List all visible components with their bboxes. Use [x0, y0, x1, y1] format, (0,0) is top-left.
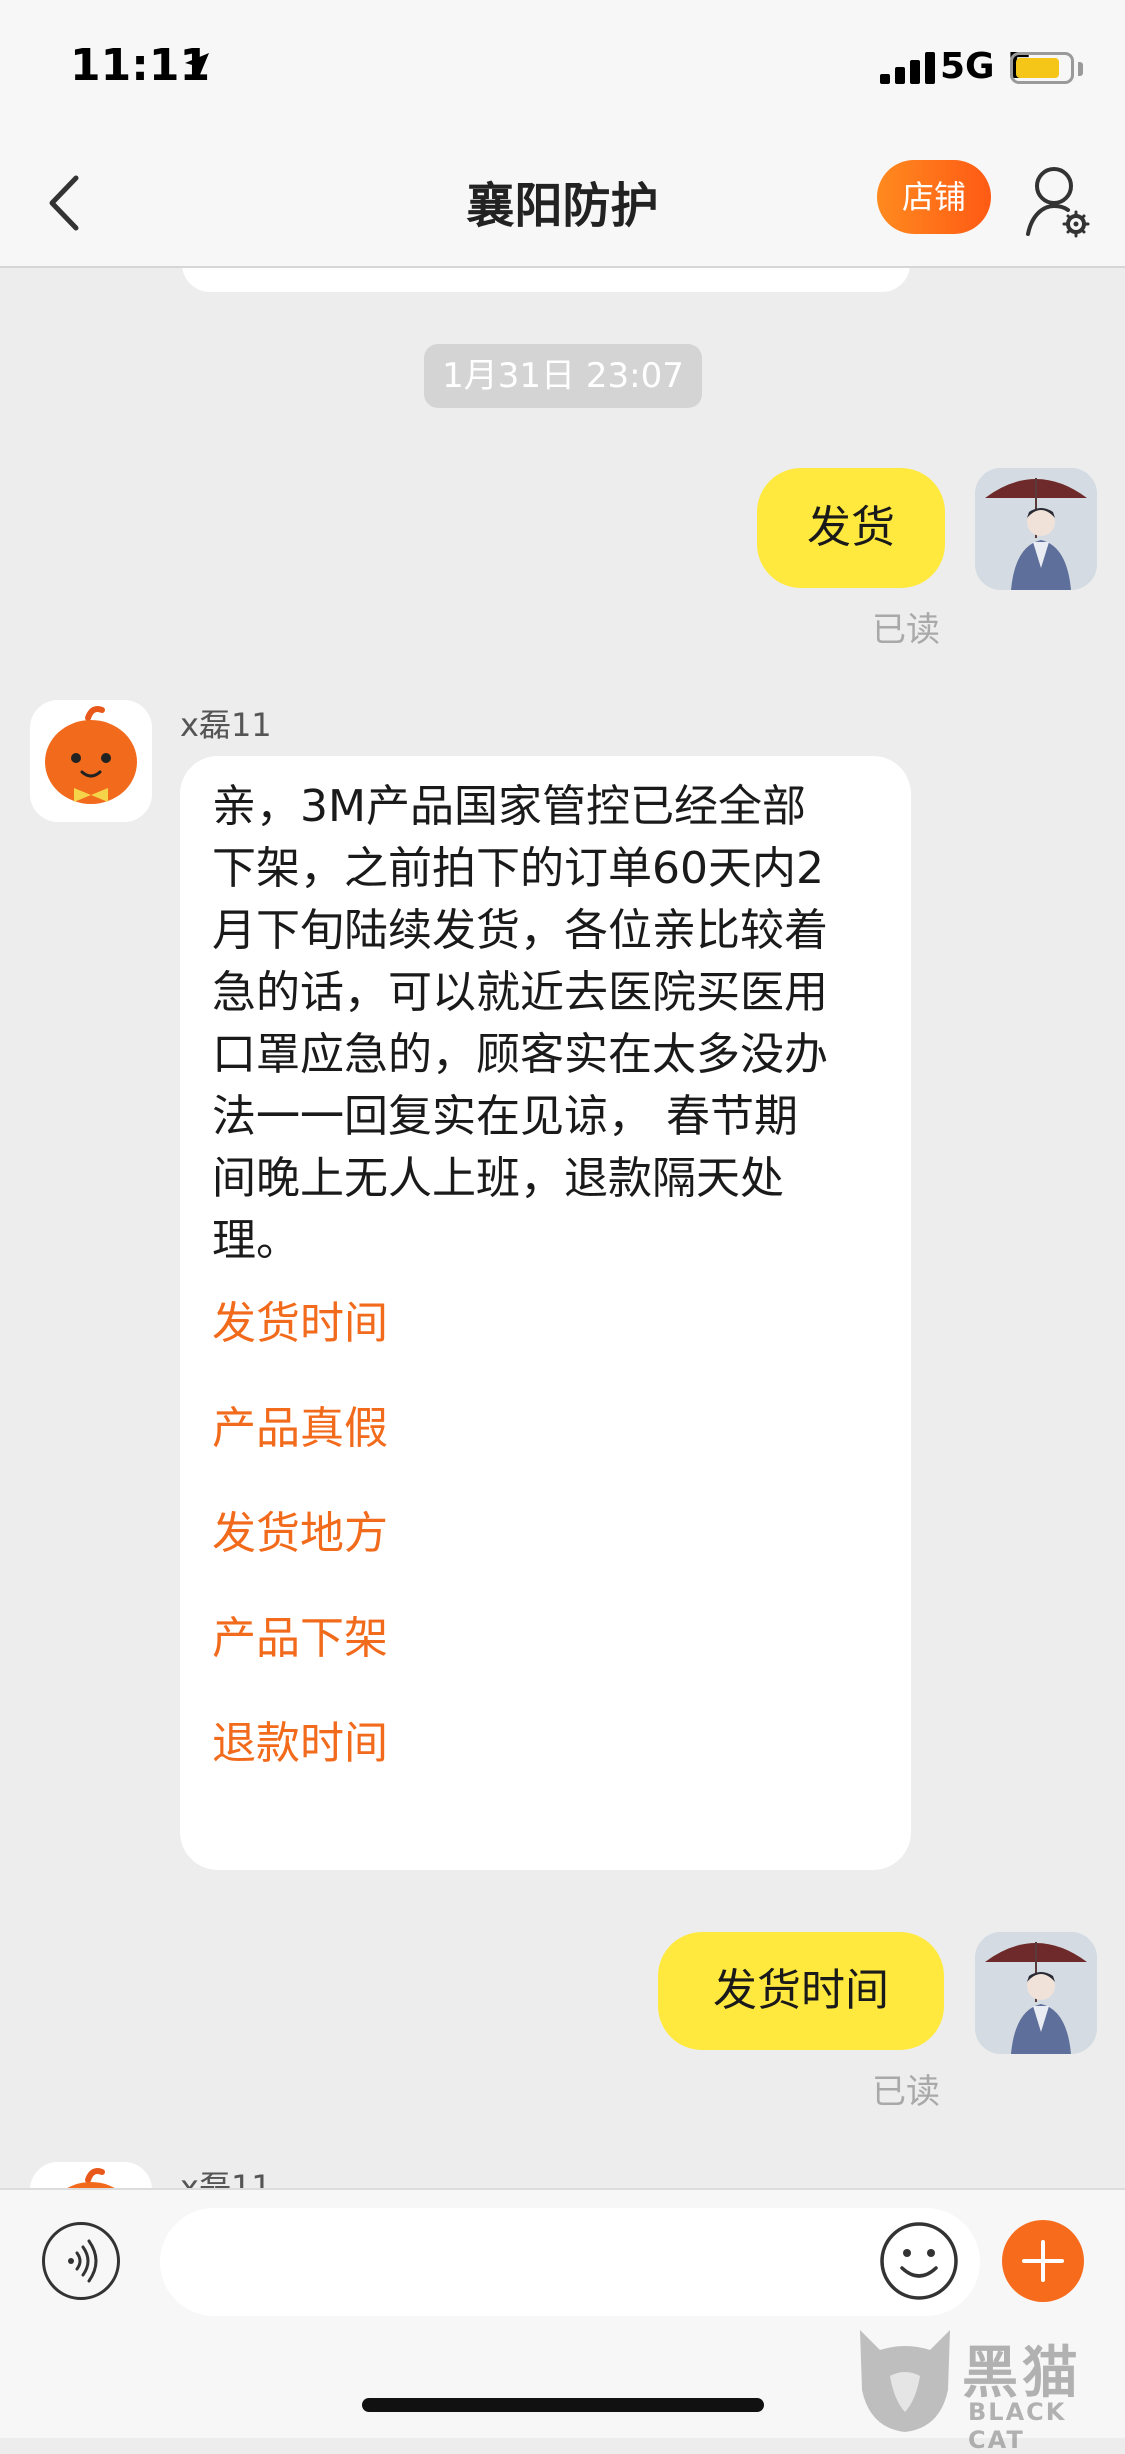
message-text: 发货时间	[713, 1965, 889, 2016]
previous-message-card	[182, 268, 910, 292]
quick-reply-link[interactable]: 发货时间	[212, 1292, 881, 1397]
quick-reply-link[interactable]: 产品下架	[212, 1607, 881, 1712]
home-indicator[interactable]	[362, 2398, 764, 2412]
quick-reply-link[interactable]: 退款时间	[212, 1712, 881, 1817]
quick-reply-list: 发货时间 产品真假 发货地方 产品下架 退款时间	[212, 1292, 881, 1817]
nav-bar: 襄阳防护 店铺	[0, 140, 1125, 268]
contact-settings-icon[interactable]	[1024, 162, 1094, 242]
chat-area[interactable]: 1月31日 23:07 发货 已读 x磊11 亲，3M产品国家管控已经全部 下架	[0, 268, 1125, 2188]
voice-wave-icon	[68, 2239, 98, 2283]
location-arrow-icon	[185, 53, 209, 77]
my-avatar[interactable]	[975, 1932, 1097, 2054]
voice-input-button[interactable]	[42, 2222, 120, 2300]
message-timestamp: 1月31日 23:07	[424, 344, 702, 408]
more-actions-button[interactable]	[1002, 2220, 1084, 2302]
emoji-icon[interactable]	[878, 2220, 960, 2302]
status-bar: 11:11 5G E	[0, 0, 1125, 140]
quick-reply-link[interactable]: 发货地方	[212, 1502, 881, 1607]
message-text: 亲，3M产品国家管控已经全部 下架，之前拍下的订单60天内2 月下旬陆续发货，各…	[212, 781, 828, 1266]
sender-name: x磊11	[180, 2168, 272, 2188]
read-status: 已读	[872, 2072, 940, 2112]
watermark-text-en: BLACK CAT	[968, 2398, 1067, 2454]
avatar-portrait-icon	[975, 1932, 1097, 2054]
avatar-portrait-icon	[975, 468, 1097, 590]
battery-icon	[1010, 52, 1074, 84]
shop-message-bubble[interactable]: 亲，3M产品国家管控已经全部 下架，之前拍下的订单60天内2 月下旬陆续发货，各…	[180, 756, 911, 1870]
message-text: 发货	[807, 502, 895, 553]
pumpkin-mascot-icon	[30, 2162, 152, 2188]
message-input[interactable]	[160, 2208, 980, 2316]
my-message-bubble[interactable]: 发货时间	[658, 1932, 944, 2050]
sender-name: x磊11	[180, 706, 272, 744]
watermark: 黑猫 BLACK CAT	[850, 2320, 1125, 2454]
my-avatar[interactable]	[975, 468, 1097, 590]
quick-reply-link[interactable]: 产品真假	[212, 1397, 881, 1502]
read-status: 已读	[872, 610, 940, 650]
plus-icon	[1022, 2240, 1064, 2282]
battery-level	[1016, 58, 1060, 78]
my-message-bubble[interactable]: 发货	[757, 468, 945, 588]
shop-button[interactable]: 店铺	[877, 160, 991, 234]
pumpkin-mascot-icon	[30, 700, 152, 822]
shop-avatar[interactable]	[30, 700, 152, 822]
black-cat-logo-icon	[860, 2330, 950, 2432]
signal-icon	[880, 52, 935, 84]
shop-avatar[interactable]	[30, 2162, 152, 2188]
watermark-text-cn: 黑猫	[962, 2341, 1082, 2406]
battery-tip	[1078, 62, 1083, 76]
